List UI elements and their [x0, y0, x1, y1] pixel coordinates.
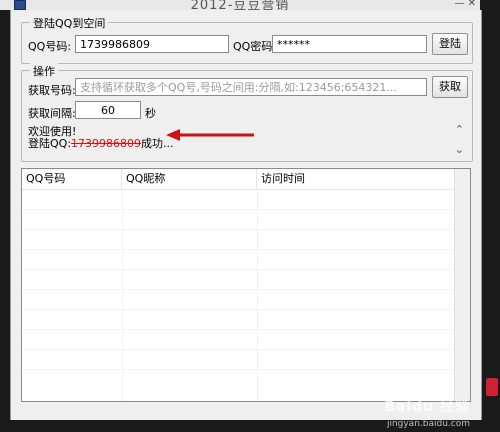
listview-row-line [22, 209, 470, 210]
log-scroll-down-icon[interactable]: ⌄ [455, 143, 464, 156]
listview-header: QQ号码 QQ昵称 访问时间 [22, 169, 470, 190]
fetch-button[interactable]: 获取 [432, 76, 468, 98]
log-login-prefix: 登陆QQ: [28, 137, 72, 150]
baidu-watermark: Baidu 经验 [384, 399, 470, 415]
listview-row-line [22, 329, 470, 330]
fetch-number-label: 获取号码: [28, 84, 76, 97]
results-listview[interactable]: QQ号码 QQ昵称 访问时间 [21, 168, 471, 402]
baidu-watermark-url: jingyan.baidu.com [386, 419, 470, 429]
listview-row-line [22, 229, 470, 230]
interval-unit-label: 秒 [145, 107, 156, 120]
window-controls[interactable]: — ✕ [454, 0, 476, 9]
listview-row-line [22, 349, 470, 350]
interval-input[interactable]: 60 [75, 101, 141, 119]
listview-scrollbar[interactable] [454, 169, 470, 401]
window-title: 2012-豆豆营销 [190, 0, 290, 10]
listview-row-line [22, 289, 470, 290]
log-login-line: 登陆QQ:1739986809成功... [28, 135, 174, 151]
column-header-qq-nickname[interactable]: QQ昵称 [122, 169, 257, 189]
listview-row-line [22, 249, 470, 250]
taskbar-icon[interactable] [486, 378, 498, 396]
login-groupbox: 登陆QQ到空间 QQ号码: 1739986809 QQ密码: ****** 登陆 [21, 15, 473, 64]
annotation-arrow-icon [166, 129, 254, 141]
listview-row-line [22, 309, 470, 310]
operations-groupbox: 操作 获取号码: 支持循环获取多个QQ号,号码之间用:分隔,如:123456;6… [21, 63, 473, 162]
login-button[interactable]: 登陆 [432, 33, 468, 55]
qq-number-input[interactable]: 1739986809 [75, 35, 229, 53]
qq-password-input[interactable]: ****** [272, 35, 427, 53]
qq-password-label: QQ密码: [233, 40, 277, 53]
column-header-visit-time[interactable]: 访问时间 [257, 169, 457, 189]
app-window: 登陆QQ到空间 QQ号码: 1739986809 QQ密码: ****** 登陆… [10, 10, 482, 420]
listview-row-line [22, 269, 470, 270]
listview-row-line [22, 369, 470, 370]
log-scroll-up-icon[interactable]: ⌃ [455, 123, 464, 136]
fetch-number-input[interactable]: 支持循环获取多个QQ号,号码之间用:分隔,如:123456;654321... [75, 78, 427, 96]
log-login-qq: 1739986809 [71, 137, 142, 150]
title-bar: 2012-豆豆营销 — ✕ [0, 0, 480, 10]
operations-group-title: 操作 [30, 63, 58, 79]
column-header-qq-number[interactable]: QQ号码 [22, 169, 122, 189]
interval-label: 获取间隔: [28, 107, 76, 120]
login-group-title: 登陆QQ到空间 [30, 15, 109, 31]
qq-number-label: QQ号码: [28, 40, 72, 53]
